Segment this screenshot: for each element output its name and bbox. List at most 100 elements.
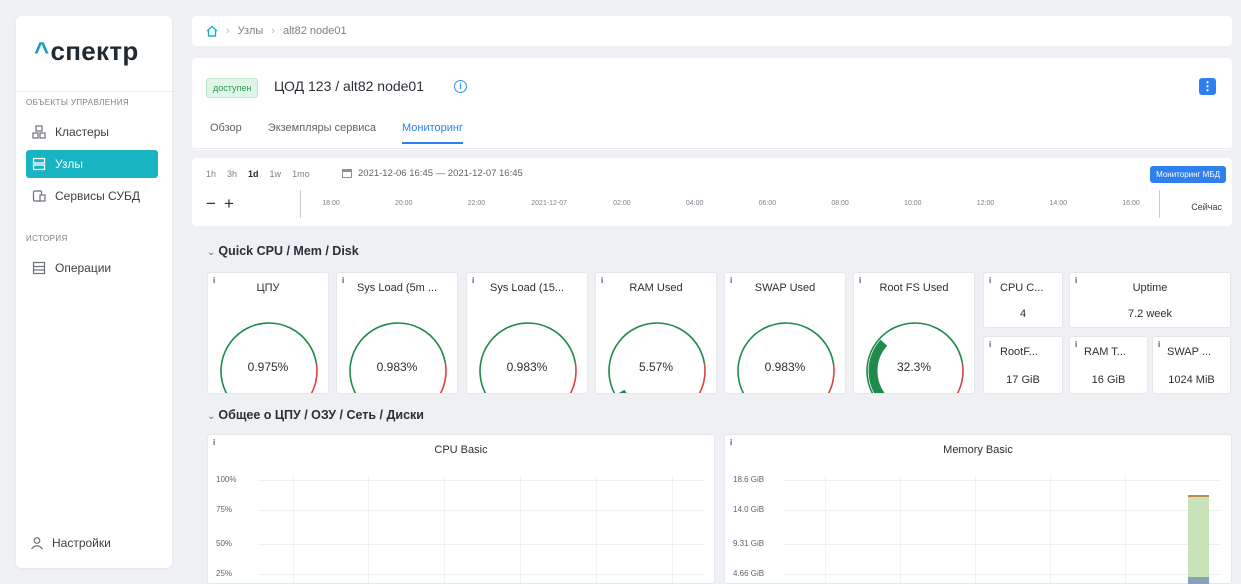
range-3h[interactable]: 3h <box>227 169 237 179</box>
page-title: ЦОД 123 / alt82 node01 <box>274 78 424 94</box>
panel-info-icon[interactable]: i <box>989 276 991 285</box>
stat-rootfs-total: i RootF... 17 GiB <box>983 336 1063 394</box>
memory-series-used <box>1188 577 1209 584</box>
stat-ram-total: i RAM T... 16 GiB <box>1069 336 1148 394</box>
gauge-value: 0.975% <box>247 360 289 374</box>
database-icon <box>32 190 46 202</box>
tab-service-instances[interactable]: Экземпляры сервиса <box>268 122 376 144</box>
gauge-value: 0.983% <box>506 360 548 374</box>
status-badge: доступен <box>206 78 259 98</box>
panel-info-icon[interactable]: i <box>1075 340 1077 349</box>
sidebar-item-dbms-services[interactable]: Сервисы СУБД <box>26 182 158 210</box>
gauge-dial <box>737 322 835 393</box>
timeline-tick: 10:00 <box>904 200 922 207</box>
gauge-threshold-green <box>737 322 835 393</box>
memory-basic-graph: i Memory Basic 18.6 GiB 14.0 GiB 9.31 Gi… <box>724 434 1232 584</box>
tabs: Обзор Экземпляры сервиса Мониторинг <box>210 122 489 144</box>
timeline-tick: 22:00 <box>467 200 486 207</box>
sidebar-item-label: Узлы <box>55 157 83 171</box>
sidebar-item-label: Операции <box>55 261 112 275</box>
settings-link[interactable]: Настройки <box>30 536 111 550</box>
timeline-tick: 12:00 <box>976 200 995 207</box>
timeline-tick: 06:00 <box>758 200 777 207</box>
sidebar-item-nodes[interactable]: Узлы <box>26 150 158 178</box>
gauge-value: 32.3% <box>896 360 932 374</box>
tab-monitoring[interactable]: Мониторинг <box>401 122 463 144</box>
breadcrumb-current: alt82 node01 <box>282 25 347 37</box>
sidebar: ^спектр ОБЪЕКТЫ УПРАВЛЕНИЯ Кластеры Узлы… <box>16 16 172 568</box>
gauge-dial <box>220 322 318 393</box>
timeline-scrubber[interactable]: 18:00 20:00 22:00 2021-12-07 02:00 04:00 06:00… <box>300 190 1160 218</box>
gauge-title: Sys Load (5m ... <box>356 282 438 294</box>
section-objects-label: ОБЪЕКТЫ УПРАВЛЕНИЯ <box>26 98 130 107</box>
range-1mo[interactable]: 1mo <box>292 169 310 179</box>
info-icon[interactable]: i <box>454 80 467 93</box>
gauge-title: SWAP Used <box>754 282 816 294</box>
range-1w[interactable]: 1w <box>270 169 282 179</box>
stat-uptime: i Uptime 7.2 week <box>1069 272 1231 328</box>
gauge-panel: i SWAP Used 0.983% <box>724 272 846 394</box>
gauge-title: Sys Load (15... <box>490 282 564 294</box>
range-1d[interactable]: 1d <box>248 169 259 179</box>
timeline-tick: 18:00 <box>322 200 340 207</box>
breadcrumb-nodes[interactable]: Узлы <box>238 25 264 37</box>
timeline-tick: 04:00 <box>685 200 704 207</box>
gauge-panel: i ЦПУ 0.975% <box>207 272 329 394</box>
user-icon <box>31 537 43 550</box>
timeline-tick: 02:00 <box>613 200 631 207</box>
gauge-threshold-green <box>479 322 577 393</box>
gauge-threshold-green <box>608 322 706 393</box>
gauge-threshold-green <box>349 322 447 393</box>
gauge-title: ЦПУ <box>256 282 280 294</box>
timeline-tick: 16:00 <box>1122 200 1140 207</box>
db-monitoring-button[interactable]: Мониторинг МБД <box>1150 166 1226 183</box>
graph-title: CPU Basic <box>434 444 488 456</box>
stat-cpu-cores: i CPU C... 4 <box>983 272 1063 328</box>
gauge-threshold-green <box>220 322 318 393</box>
home-icon[interactable] <box>206 25 218 37</box>
server-icon <box>32 157 46 171</box>
timeline-tick: 20:00 <box>394 200 413 207</box>
zoom-in-button[interactable]: + <box>224 194 242 213</box>
cluster-icon <box>32 125 46 139</box>
stat-swap-total: i SWAP ... 1024 MiB <box>1152 336 1231 394</box>
time-range-bar: 1h 3h 1d 1w 1mo 2021-12-06 16:45 — 2021-… <box>192 158 1232 226</box>
gauge-value: 5.57% <box>638 360 674 374</box>
sidebar-item-clusters[interactable]: Кластеры <box>26 118 158 146</box>
operations-icon <box>32 261 46 275</box>
panel-info-icon[interactable]: i <box>1158 340 1160 349</box>
timeline-tick: 2021-12-07 <box>531 200 568 207</box>
section-quick-title[interactable]: ⌄ Quick CPU / Mem / Disk <box>207 244 359 258</box>
range-1h[interactable]: 1h <box>206 169 216 179</box>
gauge-value: 0.983% <box>376 360 418 374</box>
now-button[interactable]: Сейчас <box>1191 202 1222 212</box>
more-actions-button[interactable]: ⋮ <box>1199 78 1216 95</box>
calendar-icon <box>342 169 352 178</box>
gauge-panel: i Sys Load (15... 0.983% <box>466 272 588 394</box>
section-overview-title[interactable]: ⌄ Общее о ЦПУ / ОЗУ / Сеть / Диски <box>207 408 424 422</box>
panel-info-icon[interactable]: i <box>989 340 991 349</box>
graph-title: Memory Basic <box>943 444 1013 456</box>
sidebar-item-label: Кластеры <box>55 125 109 139</box>
gauge-title: RAM Used <box>629 282 683 294</box>
zoom-out-button[interactable]: − <box>206 194 224 213</box>
timeline-tick: 14:00 <box>1049 200 1068 207</box>
logo[interactable]: ^спектр <box>34 36 139 67</box>
gauge-value-arc <box>618 389 627 393</box>
breadcrumb: › Узлы › alt82 node01 <box>192 16 1232 46</box>
tab-overview[interactable]: Обзор <box>210 122 242 144</box>
sidebar-item-operations[interactable]: Операции <box>26 254 158 282</box>
cpu-basic-graph: i CPU Basic 100% 75% 50% 25% <box>207 434 715 584</box>
gauge-title: Root FS Used <box>879 282 949 294</box>
timeline-tick: 08:00 <box>831 200 849 207</box>
gauge-dial <box>866 322 964 393</box>
memory-series-free <box>1188 497 1209 577</box>
range-selector: 1h 3h 1d 1w 1mo <box>206 169 321 179</box>
node-header: доступен ЦОД 123 / alt82 node01 i ⋮ Обзо… <box>192 58 1232 150</box>
gauge-value: 0.983% <box>764 360 806 374</box>
gauge-panel: i RAM Used 5.57% <box>595 272 717 394</box>
period-picker[interactable]: 2021-12-06 16:45 — 2021-12-07 16:45 <box>342 168 523 179</box>
sidebar-item-label: Сервисы СУБД <box>55 189 140 203</box>
gauge-dial <box>479 322 577 393</box>
gauge-dial <box>608 322 706 393</box>
